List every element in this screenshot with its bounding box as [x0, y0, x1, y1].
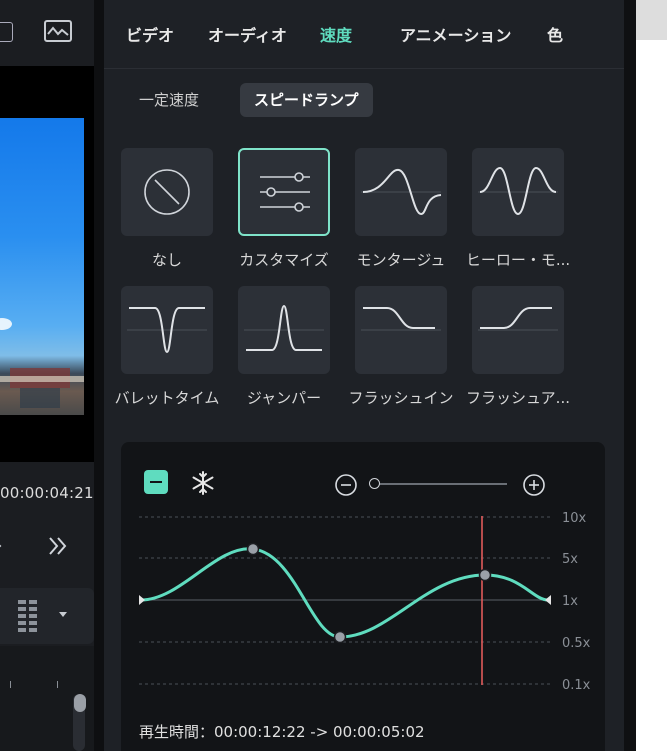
preset-flash-out[interactable] — [472, 286, 564, 374]
preset-label: モンタージュ — [356, 251, 446, 269]
zoom-slider-knob[interactable] — [369, 478, 380, 489]
preset-none[interactable] — [121, 148, 213, 236]
speed-curve-graph[interactable] — [121, 500, 561, 700]
tab-audio[interactable]: オーディオ — [208, 22, 287, 46]
background-window-header — [636, 0, 667, 40]
zoom-in-icon[interactable] — [522, 473, 546, 497]
timeline-toolbar — [0, 588, 94, 644]
sliders-icon — [260, 172, 310, 212]
tab-color[interactable]: 色 — [547, 22, 563, 46]
preset-montage[interactable] — [355, 148, 447, 236]
tab-video[interactable]: ビデオ — [126, 22, 174, 46]
preset-flash-in[interactable] — [355, 286, 447, 374]
preset-hero-moment[interactable] — [472, 148, 564, 236]
end-handle — [545, 595, 551, 605]
bullet-time-curve-icon — [127, 307, 207, 354]
panel-edge — [624, 0, 636, 751]
preview-toolbar — [0, 0, 94, 66]
curve-point — [246, 542, 260, 556]
panel-divider[interactable] — [94, 0, 104, 751]
y-label-0_5x: 0.5x — [562, 636, 591, 651]
none-icon — [144, 169, 190, 215]
preset-label: カスタマイズ — [239, 251, 329, 269]
y-label-5x: 5x — [562, 552, 578, 567]
zoom-out-icon[interactable] — [334, 473, 358, 497]
timeline-grid-icon[interactable] — [18, 600, 38, 632]
speed-curve-line — [140, 547, 549, 639]
fast-forward-icon[interactable] — [46, 534, 70, 558]
flash-in-curve-icon — [361, 307, 441, 331]
timecode-display: 00:00:04:21 — [0, 484, 94, 502]
scrollbar-thumb[interactable] — [74, 694, 86, 712]
preset-bullet-time[interactable] — [121, 286, 213, 374]
y-label-10x: 10x — [562, 511, 587, 526]
property-tabs: ビデオ オーディオ 速度 アニメーション 色 — [104, 0, 624, 69]
flash-out-curve-icon — [478, 307, 558, 331]
monitor-icon[interactable] — [0, 22, 13, 42]
zoom-slider-track[interactable] — [370, 483, 507, 485]
subtab-speed-ramping[interactable]: スピードランプ — [240, 83, 373, 117]
ruler-tick — [57, 681, 58, 688]
image-icon[interactable] — [44, 20, 72, 42]
y-label-0_1x: 0.1x — [562, 678, 591, 693]
hero-curve-icon — [478, 166, 558, 216]
preset-customize[interactable] — [238, 148, 330, 236]
preset-label: ヒーロー・モ... — [465, 251, 571, 269]
preset-label: フラッシュア... — [465, 389, 570, 407]
preset-label: なし — [151, 251, 182, 269]
play-controls-icon[interactable] — [0, 538, 4, 554]
montage-curve-icon — [361, 168, 442, 216]
preview-frame-image — [0, 118, 84, 415]
curve-point — [478, 568, 492, 582]
jumper-curve-icon — [244, 304, 324, 351]
start-handle — [139, 595, 145, 605]
preset-jumper[interactable] — [238, 286, 330, 374]
speed-mode-tabs: 一定速度 スピードランプ — [104, 70, 624, 126]
tab-speed[interactable]: 速度 — [320, 22, 352, 46]
tab-animation[interactable]: アニメーション — [400, 22, 511, 46]
dropdown-caret-icon[interactable] — [58, 611, 68, 619]
preset-label: バレットタイム — [114, 389, 220, 407]
background-window — [636, 0, 667, 751]
subtab-uniform-speed[interactable]: 一定速度 — [125, 83, 213, 117]
ruler-tick — [10, 681, 11, 688]
preset-label: フラッシュイン — [348, 389, 454, 407]
remove-point-icon[interactable] — [144, 470, 168, 494]
freeze-icon[interactable] — [190, 470, 216, 496]
curve-point — [333, 630, 347, 644]
playback-duration-label: 再生時間：00:00:12:22 -> 00:00:05:02 — [139, 723, 425, 741]
speed-properties-panel: ビデオ オーディオ 速度 アニメーション 色 一定速度 スピードランプ なし カ… — [104, 0, 624, 751]
preset-label: ジャンパー — [246, 389, 322, 407]
y-label-1x: 1x — [562, 594, 578, 609]
